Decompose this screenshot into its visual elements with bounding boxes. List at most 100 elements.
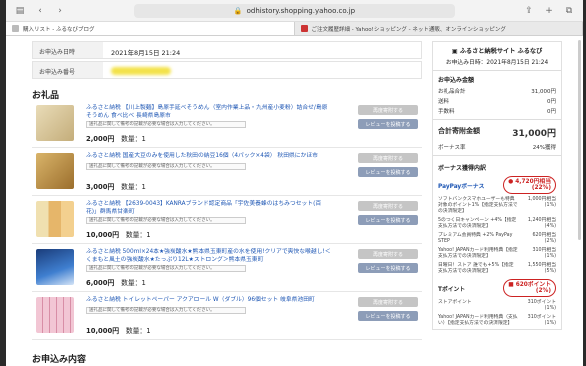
order-date-label: お申込み日時 <box>33 42 103 58</box>
forward-icon[interactable]: › <box>54 5 66 17</box>
order-number-value <box>103 62 179 78</box>
back-icon[interactable]: ‹ <box>34 5 46 17</box>
gift-price: 3,000円 数量：1 <box>86 181 146 191</box>
bonus-detail-row: 5のつく日キャンペーン +4%【指定支払方法での決済限定】 1,240円相当 (4%… <box>438 218 556 229</box>
gift-thumbnail[interactable] <box>36 249 74 285</box>
gift-thumbnail[interactable] <box>36 105 74 141</box>
gift-title-link[interactable]: ふるさと納税 500ml×24本★強炭酸水★熊本県玉東町産の水を使用!クリアで爽… <box>86 248 331 264</box>
gift-thumbnail[interactable] <box>36 201 74 237</box>
summary-panel: ▣ ふるさと納税サイト ふるなび お申込み日時：2021年8月15日 21:24… <box>432 41 562 330</box>
post-review-button[interactable]: レビューを投稿する <box>358 215 418 225</box>
donate-again-button[interactable]: 再度寄附する <box>358 297 418 307</box>
post-review-button[interactable]: レビューを投稿する <box>358 167 418 177</box>
paypay-highlight: ● 4,720円相当 (22%) <box>503 176 556 194</box>
bonus-detail-row: 日曜日！ストア 誰でも+5%【指定支払方法での決済限定】 1,550円相当 (5%) <box>438 263 556 274</box>
tab-label: ご注文履歴詳細 - Yahoo!ショッピング - ネット通販、オンラインショッピ… <box>311 26 506 33</box>
gift-note-field[interactable]: 送礼品に関して備考の記載が必要な場合は入力してください。 <box>86 163 246 170</box>
lock-icon: 🔒 <box>233 6 243 15</box>
bonus-detail-row: ソフトバンクスマホユーザーも特典対象のポイント1%【指定支払方法での決済限定】 1… <box>438 197 556 214</box>
new-tab-icon[interactable]: + <box>543 5 555 17</box>
order-info: お申込み日時 2021年8月15日 21:24 お申込み番号 <box>32 41 422 81</box>
share-icon[interactable]: ⇪ <box>523 5 535 17</box>
gift-price-value: 6,000円 <box>86 279 115 287</box>
gift-price: 6,000円 数量：1 <box>86 277 146 287</box>
donate-again-button[interactable]: 再度寄附する <box>358 105 418 115</box>
post-review-button[interactable]: レビューを投稿する <box>358 119 418 129</box>
gift-title-link[interactable]: ふるさと納税 【川上製麺】島原手延べそうめん（室内作業上品・九州産小麦粉）詰合せ… <box>86 104 331 120</box>
donate-again-button[interactable]: 再度寄附する <box>358 201 418 211</box>
gift-item: ふるさと納税 【川上製麺】島原手延べそうめん（室内作業上品・九州産小麦粉）詰合せ… <box>32 100 422 148</box>
document-icon: ▣ <box>451 48 460 55</box>
order-date-row: お申込み日時 2021年8月15日 21:24 <box>32 41 422 59</box>
gift-qty: 数量：1 <box>125 327 151 335</box>
browser-window: ▤ ‹ › 🔒 odhistory.shopping.yahoo.co.jp ⇪… <box>6 0 583 366</box>
sidebar-icon[interactable]: ▤ <box>14 5 26 17</box>
url-text: odhistory.shopping.yahoo.co.jp <box>246 6 356 15</box>
panel-date: お申込み日時：2021年8月15日 21:24 <box>433 57 561 71</box>
breakdown-title: ボーナス獲得内訳 <box>438 165 487 172</box>
gift-note-field[interactable]: 送礼品に関して備考の記載が必要な場合は入力してください。 <box>86 265 246 272</box>
gift-note-field[interactable]: 送礼品に関して備考の記載が必要な場合は入力してください。 <box>86 217 246 224</box>
gift-qty: 数量：1 <box>121 279 146 287</box>
tab-purchase-list[interactable]: 購入リスト - ふるなびブログ <box>6 22 295 35</box>
tab-order-history[interactable]: ご注文履歴詳細 - Yahoo!ショッピング - ネット通販、オンラインショッピ… <box>295 22 583 35</box>
gift-price-value: 10,000円 <box>86 327 120 335</box>
gift-qty: 数量：1 <box>125 231 151 239</box>
bonus-detail-row: Yahoo! JAPANカード利用特典（支払い）【指定支払方法での決済限定】 31… <box>438 315 556 326</box>
gift-note-field[interactable]: 送礼品に関して備考の記載が必要な場合は入力してください。 <box>86 121 246 128</box>
order-number-row: お申込み番号 <box>32 61 422 79</box>
gift-item: ふるさと納税 【2639-0043】KANRAブランド認定商品「宇佐美養蜂のはち… <box>32 196 422 244</box>
tab-label: 購入リスト - ふるなびブログ <box>23 26 95 33</box>
gift-item: ふるさと納税 500ml×24本★強炭酸水★熊本県玉東町産の水を使用!クリアで爽… <box>32 244 422 292</box>
bonus-detail-row: Yahoo! JAPANカード利用特典【指定支払方法での決済限定】 310円相当(… <box>438 248 556 259</box>
divider <box>433 155 561 156</box>
gift-price-value: 10,000円 <box>86 231 120 239</box>
tab-overview-icon[interactable]: ⧉ <box>563 5 575 17</box>
amount-row: 送料 0円 <box>438 99 556 105</box>
site-name: ▣ ふるさと納税サイト ふるなび <box>451 48 543 55</box>
gift-qty: 数量：1 <box>121 135 146 143</box>
gift-title-link[interactable]: ふるさと納税 【2639-0043】KANRAブランド認定商品「宇佐美養蜂のはち… <box>86 200 331 216</box>
donate-again-button[interactable]: 再度寄附する <box>358 249 418 259</box>
application-details-title: お申込み内容 <box>32 355 87 365</box>
amount-title: お申込み金額 <box>438 77 475 84</box>
bonus-rate-row: ボーナス率 24%獲得 <box>438 145 556 151</box>
gift-note-field[interactable]: 送礼品に関して備考の記載が必要な場合は入力してください。 <box>86 307 246 314</box>
gift-title-link[interactable]: ふるさと納税 国産大豆のみを使用した秋田の納豆16個（4パック×4袋） 秋田県に… <box>86 152 331 160</box>
paypay-icon: ● <box>508 179 514 185</box>
gift-qty: 数量：1 <box>121 183 146 191</box>
amount-row: 手数料 0円 <box>438 109 556 115</box>
tab-favicon <box>300 25 308 32</box>
donate-again-button[interactable]: 再度寄附する <box>358 153 418 163</box>
gift-item: ふるさと納税 トイレットペーパー アクアロール W（ダブル）96個セット 岐阜県… <box>32 292 422 340</box>
post-review-button[interactable]: レビューを投稿する <box>358 311 418 321</box>
gift-price-value: 3,000円 <box>86 183 115 191</box>
gift-price-value: 2,000円 <box>86 135 115 143</box>
bonus-detail-row: プレミアム会員特典 +2% PayPay STEP 620円相当 (2%) <box>438 233 556 244</box>
gift-thumbnail[interactable] <box>36 297 74 333</box>
redacted-mark <box>111 67 171 75</box>
gift-price: 10,000円 数量：1 <box>86 229 151 239</box>
address-bar[interactable]: 🔒 odhistory.shopping.yahoo.co.jp <box>134 3 455 18</box>
tab-bar: 購入リスト - ふるなびブログ ご注文履歴詳細 - Yahoo!ショッピング -… <box>6 22 583 36</box>
paypay-row: PayPayボーナス ● 4,720円相当 (22%) <box>433 174 561 196</box>
gift-list: ふるさと納税 【川上製麺】島原手延べそうめん（室内作業上品・九州産小麦粉）詰合せ… <box>32 100 422 340</box>
amount-row: お礼品合計 31,000円 <box>438 89 556 95</box>
post-review-button[interactable]: レビューを投稿する <box>358 263 418 273</box>
gift-price: 10,000円 数量：1 <box>86 325 151 335</box>
gift-title-link[interactable]: ふるさと納税 トイレットペーパー アクアロール W（ダブル）96個セット 岐阜県… <box>86 296 331 304</box>
scrollbar[interactable] <box>578 40 581 240</box>
divider <box>433 119 561 120</box>
total-row: 合計寄附金額 31,000円 <box>438 127 556 139</box>
gift-thumbnail[interactable] <box>36 153 74 189</box>
tab-favicon <box>12 25 19 32</box>
tpoint-row: Tポイント ■ 620ポイント (2%) <box>433 277 561 299</box>
gift-price: 2,000円 数量：1 <box>86 133 146 143</box>
tpoint-highlight: ■ 620ポイント (2%) <box>503 279 556 297</box>
bonus-detail-row: ストアポイント 310ポイント (1%) <box>438 300 556 311</box>
gift-item: ふるさと納税 国産大豆のみを使用した秋田の納豆16個（4パック×4袋） 秋田県に… <box>32 148 422 196</box>
browser-toolbar: ▤ ‹ › 🔒 odhistory.shopping.yahoo.co.jp ⇪… <box>6 0 583 22</box>
order-date-value: 2021年8月15日 21:24 <box>111 49 181 57</box>
tpoint-icon: ■ <box>508 282 514 288</box>
order-number-label: お申込み番号 <box>33 62 103 78</box>
